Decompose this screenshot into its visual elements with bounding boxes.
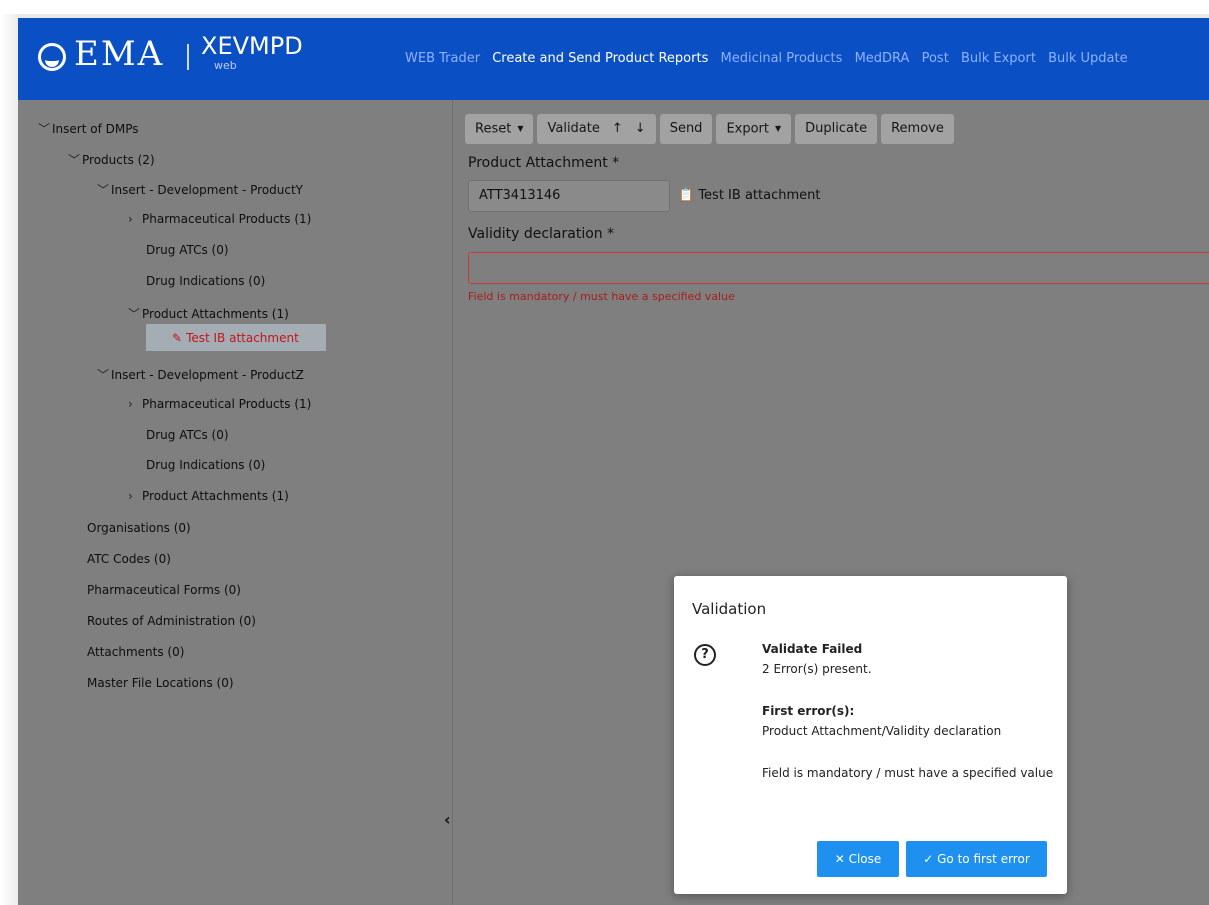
logo-text: EMA [74,34,165,74]
nav-post[interactable]: Post [922,51,949,66]
app-window: EMA XEVMPD web WEB Trader Create and Sen… [18,18,1209,905]
validity-label: Validity declaration * [468,226,615,242]
tree-item-z-atc[interactable]: Drug ATCs (0) [146,428,229,442]
nav-medicinal-products[interactable]: Medicinal Products [721,51,843,66]
tree-item-z-indications[interactable]: Drug Indications (0) [146,458,265,472]
tree-item-root[interactable]: ﹀ Insert of DMPs [38,120,138,137]
nav-bulk-update[interactable]: Bulk Update [1048,51,1128,66]
tree-item-y-indications[interactable]: Drug Indications (0) [146,274,265,288]
validate-status: Validate Failed [762,642,863,656]
first-errors-heading: First error(s): [762,704,855,718]
tree-item-attachments[interactable]: Attachments (0) [87,645,184,659]
chevron-down-icon: ﹀ [97,183,110,197]
close-button[interactable]: ✕ Close [817,841,899,877]
pencil-icon: ✎ [172,331,183,345]
reset-button[interactable]: Reset ▼ [465,114,534,144]
tree-item-y-pharma[interactable]: › Pharmaceutical Products (1) [128,212,311,226]
logo-divider [187,44,189,70]
clipboard-icon: 📋 [678,188,695,203]
validate-button[interactable]: Validate ↑ ↓ [537,114,656,144]
tree-item-y-atc[interactable]: Drug ATCs (0) [146,243,229,257]
validity-declaration-input[interactable] [468,252,1209,284]
tree-item-products[interactable]: ﹀ Products (2) [68,151,155,168]
first-error-path: Product Attachment/Validity declaration [762,724,1002,738]
close-icon: ✕ [834,852,845,866]
duplicate-button[interactable]: Duplicate [795,114,878,144]
caret-down-icon: ▼ [517,124,524,133]
attachment-link[interactable]: 📋 Test IB attachment [678,188,820,203]
first-error-message: Field is mandatory / must have a specifi… [762,766,1054,780]
tree-item-atc-codes[interactable]: ATC Codes (0) [87,552,171,566]
tree-item-product-y[interactable]: ﹀ Insert - Development - ProductY [97,181,303,198]
tree-item-routes[interactable]: Routes of Administration (0) [87,614,256,628]
chevron-right-icon: › [128,212,133,226]
tree-item-z-pharma[interactable]: › Pharmaceutical Products (1) [128,397,311,411]
window-left-shadow [0,14,18,905]
tree-item-master-file[interactable]: Master File Locations (0) [87,676,234,690]
product-sub: web [214,59,237,72]
validity-error-message: Field is mandatory / must have a specifi… [468,290,735,303]
collapse-sidebar-icon[interactable]: ‹ [444,810,451,829]
error-count: 2 Error(s) present. [762,662,872,676]
caret-down-icon: ▼ [775,124,782,133]
nav-bulk-export[interactable]: Bulk Export [961,51,1036,66]
attachment-label: Product Attachment * [468,155,620,171]
attachment-id-field[interactable]: ATT3413146 [468,180,670,212]
chevron-down-icon: ﹀ [97,368,110,382]
export-button[interactable]: Export ▼ [716,114,792,144]
go-to-first-error-button[interactable]: ✓ Go to first error [906,841,1047,877]
app-header: EMA XEVMPD web WEB Trader Create and Sen… [18,18,1209,100]
tree-item-test-ib-attachment[interactable]: ✎ Test IB attachment [172,331,299,345]
chevron-down-icon: ﹀ [38,122,51,136]
main-nav: WEB Trader Create and Send Product Repor… [405,51,1136,66]
toolbar: Reset ▼ Validate ↑ ↓ Send Export ▼ Duplicate… [465,114,954,144]
nav-web-trader[interactable]: WEB Trader [405,51,480,66]
chevron-right-icon: › [128,489,133,503]
tree-item-z-attachments[interactable]: › Product Attachments (1) [128,489,289,503]
ema-logo-icon [38,43,66,71]
tree-item-y-attachments[interactable]: ﹀ Product Attachments (1) [128,305,289,322]
dialog-title: Validation [692,600,767,618]
send-button[interactable]: Send [659,114,713,144]
check-icon: ✓ [923,852,934,866]
validation-dialog: Validation ? Validate Failed 2 Error(s) … [674,576,1067,894]
nav-create-send[interactable]: Create and Send Product Reports [492,51,708,66]
arrow-up-icon[interactable]: ↑ [612,121,623,136]
chevron-down-icon: ﹀ [128,307,141,321]
nav-meddra[interactable]: MedDRA [855,51,910,66]
arrow-down-icon[interactable]: ↓ [635,121,646,136]
remove-button[interactable]: Remove [881,114,954,144]
tree-sidebar: ﹀ Insert of DMPs ﹀ Products (2) ﹀ Insert - … [18,100,453,905]
tree-item-product-z[interactable]: ﹀ Insert - Development - ProductZ [97,366,304,383]
tree-item-pharma-forms[interactable]: Pharmaceutical Forms (0) [87,583,241,597]
product-name: XEVMPD [201,32,303,60]
tree-item-organisations[interactable]: Organisations (0) [87,521,191,535]
chevron-right-icon: › [128,397,133,411]
question-icon: ? [694,644,716,666]
chevron-down-icon: ﹀ [68,153,81,167]
screenshot-frame: EMA XEVMPD web WEB Trader Create and Sen… [0,0,1209,905]
